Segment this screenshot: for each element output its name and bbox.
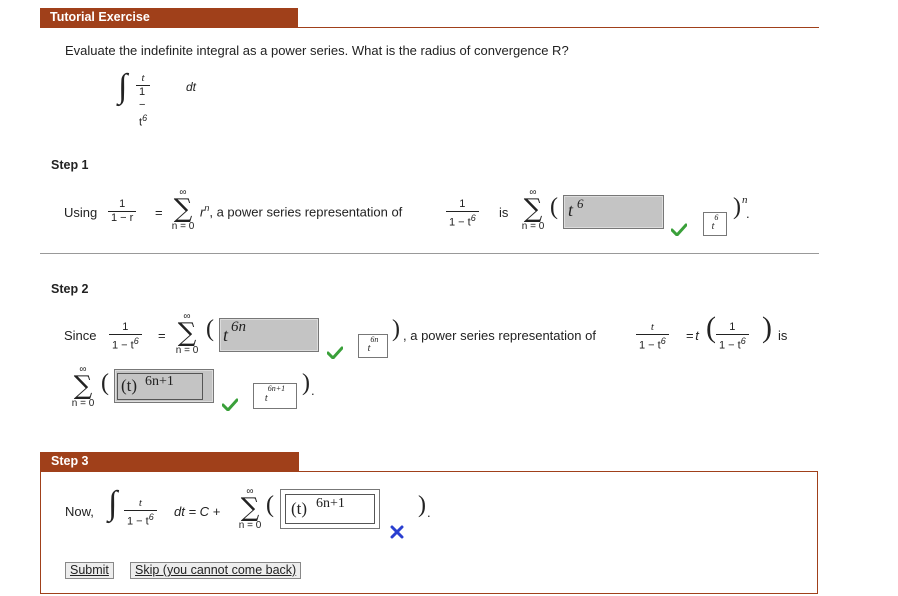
skip-button[interactable]: Skip (you cannot come back) [130, 562, 302, 579]
step3-label: Step 3 [51, 454, 89, 468]
step3-fraction: t 1 − t6 [124, 497, 157, 529]
step1-check-icon [670, 223, 688, 239]
step1-using: Using [64, 205, 98, 220]
step1-answer-input[interactable]: t 6 [563, 195, 664, 229]
step1-open-paren: ( [550, 194, 558, 220]
step3-now: Now, [65, 504, 94, 519]
integral-numerator: t [141, 72, 145, 84]
step1-fraction: 1 1 − r [108, 198, 137, 225]
step2-big-open-paren: ( [706, 311, 716, 344]
step3-close-paren: ) [418, 492, 426, 518]
integral-fraction: t 1 − t6 [136, 72, 151, 130]
step1-is: is [499, 205, 509, 220]
step2-sigma-2: ∞ ∑ n = 0 [71, 364, 95, 410]
step2-period: . [311, 383, 315, 398]
integral-dt: dt [186, 80, 197, 94]
step2-since: Since [64, 328, 97, 343]
exercise-header: Tutorial Exercise [40, 8, 298, 27]
step2-is: is [778, 328, 788, 343]
step3-header: Step 3 [40, 452, 299, 471]
step3-open-paren: ( [266, 492, 274, 518]
question-text: Evaluate the indefinite integral as a po… [65, 43, 569, 58]
step3-answer-input[interactable]: (t) 6n+1 [280, 489, 380, 529]
step1-sigma-1: ∞ ∑ n = 0 [171, 187, 195, 233]
step1-preview-box: t6 [703, 212, 727, 236]
step1-close-paren: ) [733, 194, 741, 220]
submit-button[interactable]: Submit [65, 562, 114, 579]
step3-incorrect-icon [390, 525, 404, 542]
step2-close-paren-2: ) [302, 370, 310, 396]
step1-fraction-2: 1 1 − t6 [446, 198, 479, 230]
step3-tail: dt = C + [174, 504, 221, 519]
step1-sigma-2: ∞ ∑ n = 0 [521, 187, 545, 233]
integral-sign: ∫ [118, 68, 128, 105]
step1-period: . [746, 206, 750, 221]
step3-integral-sign: ∫ [108, 485, 118, 522]
step2-answer-input-1[interactable]: t 6n [219, 318, 319, 352]
step2-open-paren-1: ( [206, 316, 214, 342]
step2-equals: = [158, 328, 166, 343]
step2-equals-2: = t [686, 328, 699, 343]
step2-label: Step 2 [51, 282, 89, 296]
step2-open-paren-2: ( [101, 370, 109, 396]
step1-rn-term: rn, a power series representation of [200, 203, 403, 220]
step2-fraction-2: t 1 − t6 [636, 321, 669, 353]
step2-preview-box-1: t6n [358, 334, 388, 358]
exercise-title: Tutorial Exercise [50, 10, 150, 24]
step2-answer-input-2[interactable]: (t) 6n+1 [114, 369, 214, 403]
step2-check-icon-2 [221, 398, 239, 414]
step3-sigma: ∞ ∑ n = 0 [238, 486, 262, 532]
integral-denominator: 1 − t6 [136, 85, 151, 130]
step1-divider [40, 253, 819, 254]
step3-period: . [427, 505, 431, 520]
step2-preview-box-2: t6n+1 [253, 383, 297, 409]
step1-label: Step 1 [51, 158, 89, 172]
step1-equals: = [155, 205, 163, 220]
step2-sigma-1: ∞ ∑ n = 0 [175, 311, 199, 357]
step2-check-icon-1 [326, 346, 344, 362]
step2-close-paren-1: ) [392, 316, 400, 342]
step2-fraction: 1 1 − t6 [109, 321, 142, 353]
step2-big-close-paren: ) [762, 311, 772, 344]
header-rule [40, 27, 819, 28]
step1-outer-exp: n [742, 194, 748, 206]
step2-fraction-3: 1 1 − t6 [716, 321, 749, 353]
step2-text: , a power series representation of [403, 328, 596, 343]
